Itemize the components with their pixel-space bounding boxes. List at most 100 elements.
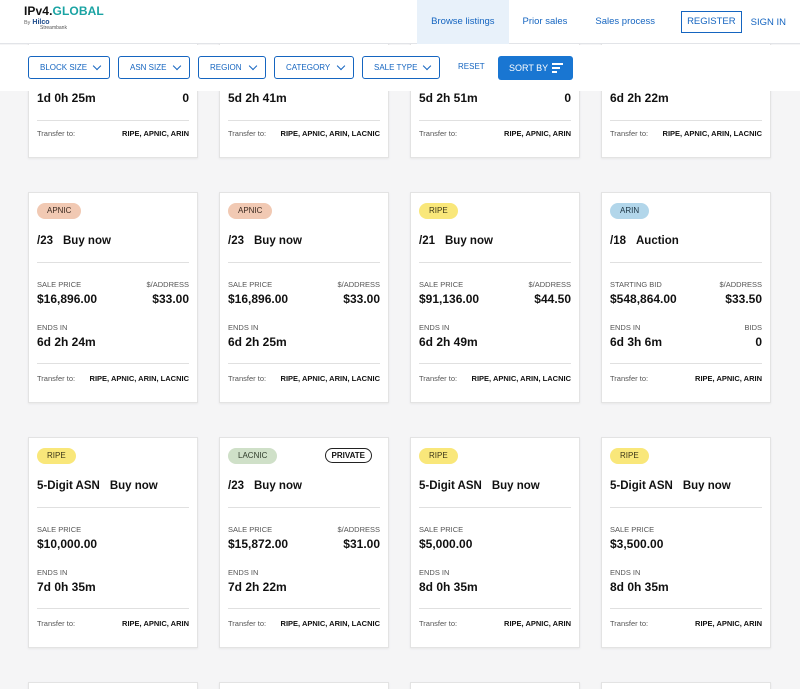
listing-card[interactable] [410,682,580,689]
sale-type-value: Buy now [491,480,540,492]
sign-in-link[interactable]: SIGN IN [751,17,786,28]
block-size-value: /18 [610,235,626,247]
per-address-value: $33.00 [343,292,380,306]
sale-price-label: SALE PRICE [228,525,273,534]
ends-in-value: 8d 0h 35m [610,580,669,594]
divider [228,507,380,508]
per-address-value: $33.50 [725,292,762,306]
region-badge: LACNIC [228,448,278,464]
block-size-value: /23 [228,235,244,247]
nav-prior-sales[interactable]: Prior sales [509,0,582,44]
category-dropdown[interactable]: CATEGORY [274,56,354,79]
ends-in-label: ENDS IN [228,323,259,332]
divider [37,363,189,364]
transfer-to-value: RIPE, APNIC, ARIN [695,374,762,383]
divider [228,608,380,609]
transfer-to-value: RIPE, APNIC, ARIN, LACNIC [280,374,380,383]
transfer-to-value: RIPE, APNIC, ARIN, LACNIC [89,374,189,383]
nav-sales-process[interactable]: Sales process [581,0,669,44]
block-size-value: 5-Digit ASN [37,480,100,492]
transfer-to-value: RIPE, APNIC, ARIN [122,619,189,628]
listing-title: 5-Digit ASN Buy now [610,480,731,492]
listing-card[interactable] [601,682,771,689]
transfer-to-label: Transfer to: [37,129,76,138]
logo-text: IPv4. [24,4,53,18]
sort-icon [552,63,563,73]
listing-card[interactable]: RIPE /21 Buy now SALE PRICE $/ADDRESS $91… [410,192,580,403]
nav-browse-listings[interactable]: Browse listings [417,0,509,44]
asn-size-dropdown[interactable]: ASN SIZE [118,56,190,79]
listing-card[interactable]: APNIC /23 Buy now SALE PRICE $/ADDRESS $1… [28,192,198,403]
sale-price-label: SALE PRICE [228,280,273,289]
register-button[interactable]: REGISTER [681,11,742,33]
bids-value: 0 [755,335,762,349]
region-badge: ARIN [610,203,650,219]
ends-in-value: 7d 2h 22m [228,580,287,594]
reset-filters-button[interactable]: RESET [458,62,485,71]
divider [610,262,762,263]
transfer-to-value: RIPE, APNIC, ARIN [122,129,189,138]
chevron-down-icon [336,61,346,71]
transfer-to-label: Transfer to: [228,619,267,628]
logo-wordmark: IPv4.GLOBAL [24,4,104,18]
sale-price-value: $3,500.00 [610,537,664,551]
chevron-down-icon [248,61,258,71]
per-address-label: $/ADDRESS [528,280,571,289]
sale-type-value: Buy now [254,480,302,492]
block-size-label: BLOCK SIZE [40,63,88,72]
divider [419,262,571,263]
region-dropdown[interactable]: REGION [198,56,266,79]
region-label: REGION [210,63,242,72]
sale-price-value: $10,000.00 [37,537,98,551]
listing-title: 5-Digit ASN Buy now [37,480,158,492]
sale-price-label: SALE PRICE [37,280,82,289]
listing-card[interactable] [219,682,389,689]
listing-card[interactable]: APNIC /23 Buy now SALE PRICE $/ADDRESS $1… [219,192,389,403]
sale-price-label: SALE PRICE [610,525,655,534]
listing-title: 5-Digit ASN Buy now [419,480,540,492]
listing-card[interactable]: LACNIC PRIVATE /23 Buy now SALE PRICE $/A… [219,437,389,648]
sale-price-value: $16,896.00 [37,292,98,306]
category-label: CATEGORY [286,63,331,72]
ends-in-value: 6d 3h 6m [610,335,663,349]
ends-in-value: 7d 0h 35m [37,580,96,594]
sale-type-value: Auction [636,235,679,247]
divider [228,262,380,263]
transfer-to-value: RIPE, APNIC, ARIN [504,129,571,138]
sale-type-dropdown[interactable]: SALE TYPE [362,56,440,79]
listing-card[interactable]: RIPE 5-Digit ASN Buy now SALE PRICE $5,00… [410,437,580,648]
divider [419,608,571,609]
listing-card[interactable] [28,682,198,689]
per-address-label: $/ADDRESS [719,280,762,289]
region-badge: RIPE [419,203,458,219]
ends-in-value: 1d 0h 25m [37,91,96,105]
per-address-value: $31.00 [343,537,380,551]
transfer-to-label: Transfer to: [419,129,458,138]
divider [419,120,571,121]
per-address-value: $33.00 [152,292,189,306]
listing-card[interactable]: RIPE 5-Digit ASN Buy now SALE PRICE $10,0… [28,437,198,648]
sort-by-button[interactable]: SORT BY [498,56,573,80]
transfer-to-label: Transfer to: [228,374,267,383]
transfer-to-label: Transfer to: [419,374,458,383]
ends-in-label: ENDS IN [610,323,641,332]
ends-in-label: ENDS IN [37,568,68,577]
divider [610,608,762,609]
block-size-value: /23 [228,480,244,492]
starting-bid-value: $548,864.00 [610,292,677,306]
ipv4-global-logo[interactable]: IPv4.GLOBAL By Hilco Streambank [24,4,104,40]
listing-card[interactable]: ARIN /18 Auction STARTING BID $/ADDRESS $… [601,192,771,403]
sale-type-value: Buy now [63,235,111,247]
region-badge: RIPE [37,448,76,464]
ends-in-value: 6d 2h 25m [228,335,287,349]
divider [610,120,762,121]
bids-label: BIDS [744,323,762,332]
top-header: IPv4.GLOBAL By Hilco Streambank Browse l… [0,0,800,44]
divider [37,608,189,609]
region-badge: RIPE [419,448,458,464]
sale-price-label: SALE PRICE [419,525,464,534]
block-size-dropdown[interactable]: BLOCK SIZE [28,56,110,79]
ends-in-value: 5d 2h 41m [228,91,287,105]
listing-card[interactable]: RIPE 5-Digit ASN Buy now SALE PRICE $3,50… [601,437,771,648]
divider [419,363,571,364]
